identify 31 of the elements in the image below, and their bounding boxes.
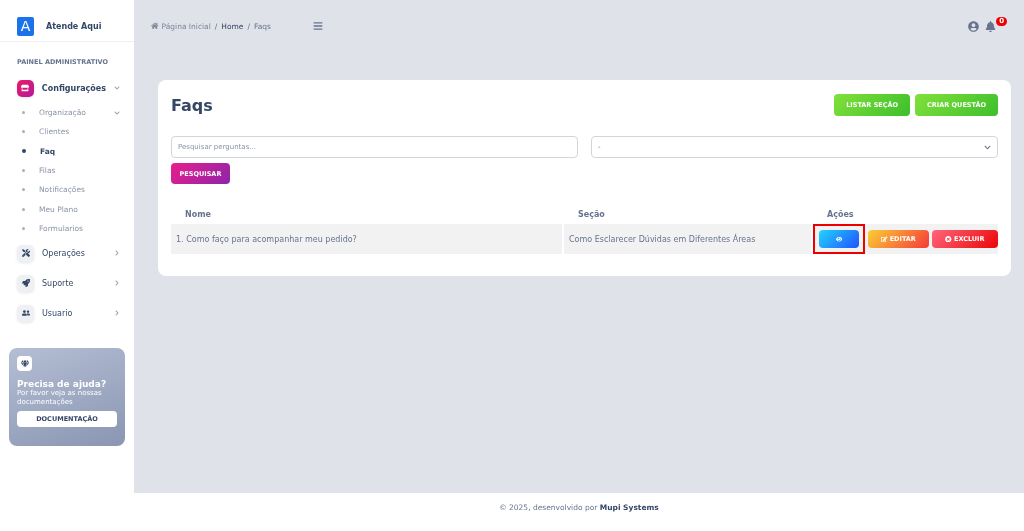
tools-icon [17,244,34,262]
caret-icon [114,280,120,287]
rocket-icon [17,274,34,292]
bell-icon[interactable] [985,20,997,32]
users-icon [17,304,34,322]
shop-icon [17,79,34,97]
caret-icon [114,85,120,91]
table-cell: Como Esclarecer Dúvidas em Diferentes Áreas [564,224,813,254]
sidebar-item[interactable]: Operações [0,238,134,269]
edit-icon [881,235,888,243]
eye-icon [835,235,843,243]
logo: A [17,16,34,36]
user-icon[interactable] [968,20,980,32]
diamond-icon [17,356,32,372]
page-title: Faqs [171,95,213,115]
caret-icon [114,250,120,257]
caret-icon [114,310,120,317]
column-header: Seção [577,208,606,221]
column-header: Ações [826,208,855,221]
column-header: Nome [184,208,212,221]
menu-icon[interactable] [312,21,323,31]
home-icon [151,22,159,30]
sidebar-item[interactable]: Usuario [0,298,134,329]
help-title: Precisa de ajuda? [17,379,108,390]
sidebar-item[interactable]: Suporte [0,268,134,299]
table-cell: 1. Como faço para acompanhar meu pedido? [171,224,564,254]
sidebar-item[interactable]: Configurações [0,73,134,103]
brand-name: Atende Aqui [46,21,102,31]
view-button[interactable] [819,230,859,248]
caret-icon [114,109,120,116]
caret-icon [984,143,991,151]
